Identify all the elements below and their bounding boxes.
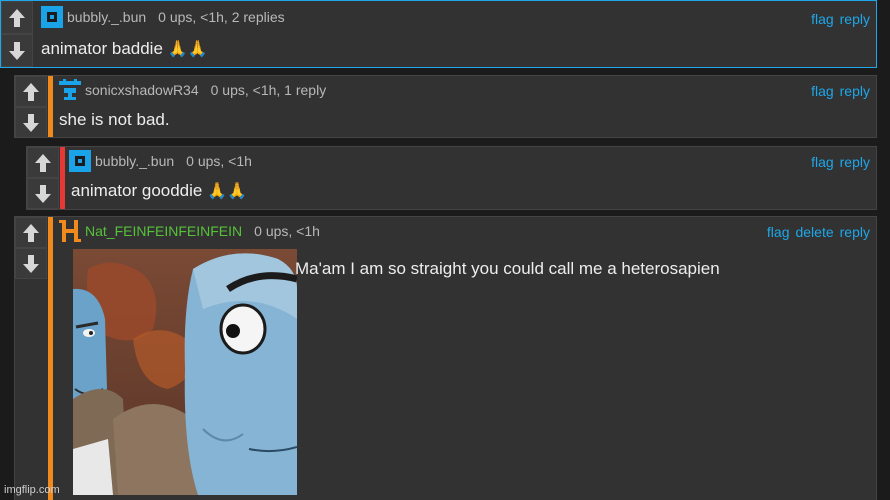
thread-stripe [48, 76, 53, 137]
downvote-arrow-icon [35, 184, 51, 203]
reply-link[interactable]: reply [840, 224, 870, 240]
downvote-button[interactable] [15, 248, 47, 279]
downvote-button[interactable] [1, 34, 33, 67]
username-link[interactable]: Nat_FEINFEINFEINFEIN [85, 223, 242, 239]
avatar-icon[interactable] [41, 6, 63, 28]
upvote-button[interactable] [15, 217, 47, 248]
thread-stripe [60, 147, 65, 209]
vote-column [15, 217, 47, 279]
flag-link[interactable]: flag [811, 154, 834, 170]
username-link[interactable]: bubbly._.bun [67, 9, 146, 25]
downvote-arrow-icon [23, 254, 39, 273]
downvote-arrow-icon [23, 113, 39, 132]
delete-link[interactable]: delete [795, 224, 833, 240]
comment-header: bubbly._.bun 0 ups, <1h [69, 150, 252, 172]
upvote-arrow-icon [23, 223, 39, 242]
flag-link[interactable]: flag [811, 11, 834, 27]
flag-link[interactable]: flag [811, 83, 834, 99]
downvote-button[interactable] [27, 178, 59, 209]
pray-emoji: 🙏🙏 [207, 183, 247, 200]
pray-emoji: 🙏🙏 [167, 41, 208, 58]
comment-actions: flag reply [811, 83, 870, 99]
comment-image[interactable] [73, 249, 297, 495]
upvote-arrow-icon [35, 153, 51, 172]
flag-link[interactable]: flag [767, 224, 790, 240]
comment-4: Nat_FEINFEINFEINFEIN 0 ups, <1h flag del… [14, 216, 877, 500]
comment-text: she is not bad. [59, 110, 170, 129]
downvote-button[interactable] [15, 107, 47, 138]
upvote-arrow-icon [23, 82, 39, 101]
comment-header: sonicxshadowR34 0 ups, <1h, 1 reply [59, 79, 327, 101]
comment-actions: flag delete reply [767, 224, 870, 240]
avatar-icon[interactable] [59, 220, 81, 242]
upvote-button[interactable] [27, 147, 59, 178]
avatar-icon[interactable] [69, 150, 91, 172]
comment-header: Nat_FEINFEINFEINFEIN 0 ups, <1h [59, 220, 320, 242]
reply-link[interactable]: reply [840, 154, 870, 170]
comment-text: animator gooddie 🙏🙏 [71, 181, 247, 200]
comment-meta: 0 ups, <1h [254, 223, 320, 239]
comment-1: bubbly._.bun 0 ups, <1h, 2 replies flag … [0, 0, 877, 68]
vote-column [1, 1, 33, 67]
upvote-button[interactable] [15, 76, 47, 107]
comment-actions: flag reply [811, 11, 870, 27]
downvote-arrow-icon [9, 41, 25, 60]
comment-text: animator baddie 🙏🙏 [41, 39, 208, 58]
reply-link[interactable]: reply [840, 83, 870, 99]
comment-meta: 0 ups, <1h [186, 153, 252, 169]
comment-text: Ma'am I am so straight you could call me… [295, 259, 720, 278]
username-link[interactable]: bubbly._.bun [95, 153, 174, 169]
comment-meta: 0 ups, <1h, 1 reply [210, 82, 327, 98]
comment-3: bubbly._.bun 0 ups, <1h flag reply anima… [26, 146, 877, 210]
upvote-button[interactable] [1, 1, 33, 34]
vote-column [27, 147, 59, 209]
username-link[interactable]: sonicxshadowR34 [85, 82, 199, 98]
thread-stripe [48, 217, 53, 500]
reply-link[interactable]: reply [840, 11, 870, 27]
comment-meta: 0 ups, <1h, 2 replies [158, 9, 285, 25]
upvote-arrow-icon [9, 8, 25, 27]
cartoon-characters-image [73, 249, 297, 495]
comment-header: bubbly._.bun 0 ups, <1h, 2 replies [41, 6, 285, 28]
avatar-icon[interactable] [59, 79, 81, 101]
comment-2: sonicxshadowR34 0 ups, <1h, 1 reply flag… [14, 75, 877, 138]
comment-actions: flag reply [811, 154, 870, 170]
vote-column [15, 76, 47, 138]
imgflip-watermark: imgflip.com [4, 484, 60, 496]
